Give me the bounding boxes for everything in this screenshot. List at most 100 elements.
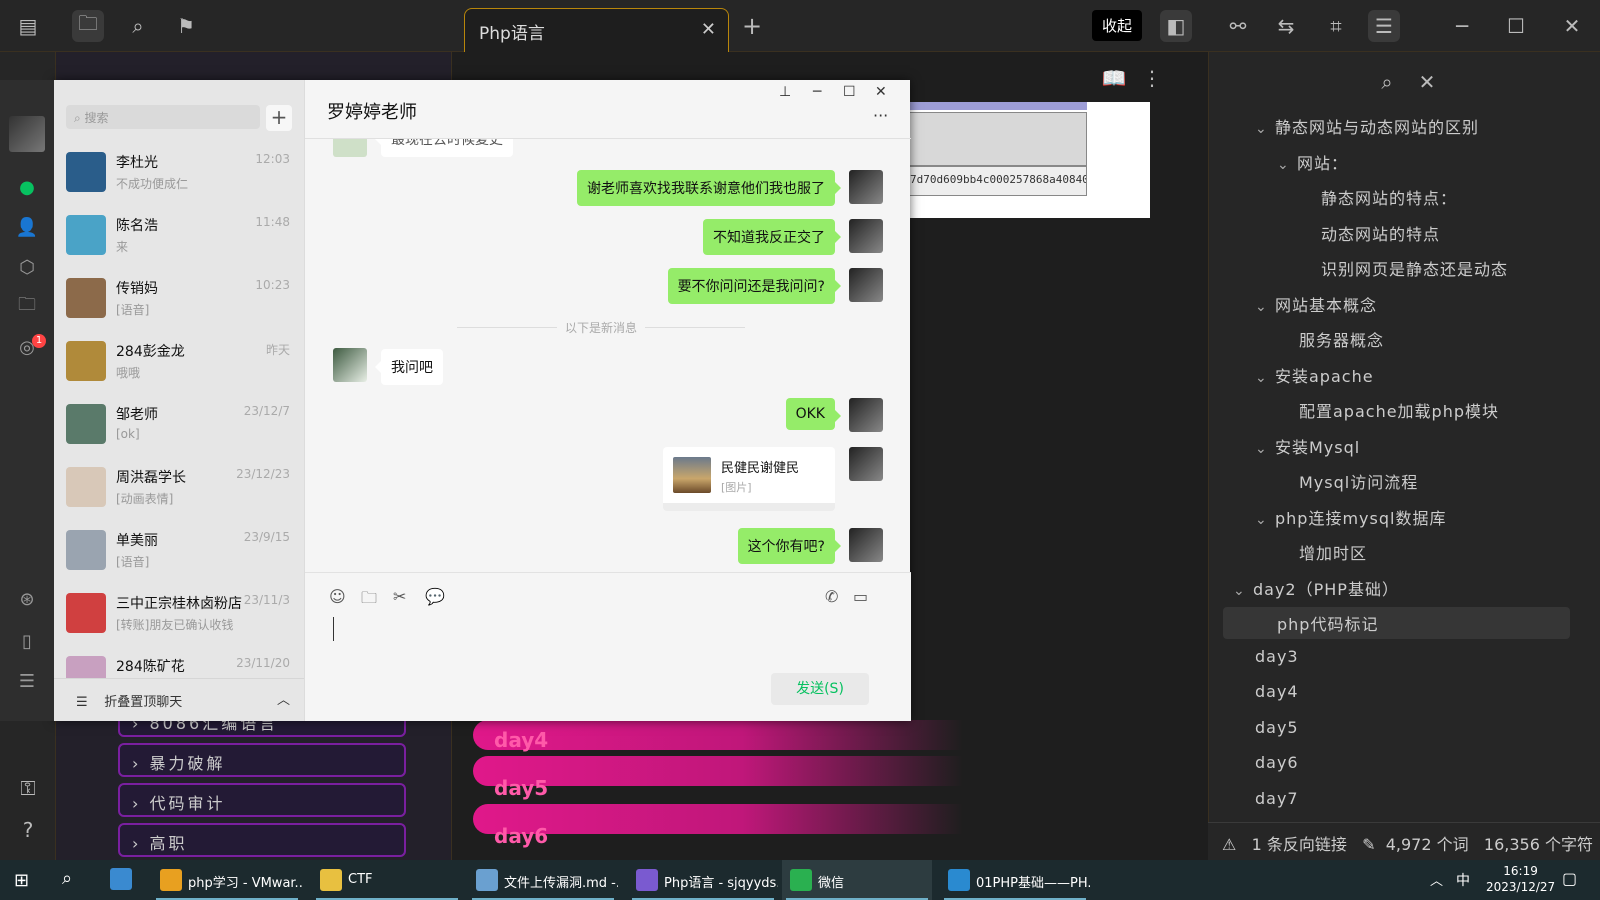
message-time: 昨天 bbox=[265, 343, 290, 357]
screenshot-icon[interactable]: ✂ bbox=[393, 587, 406, 606]
chevron-up-icon[interactable]: ︿ bbox=[1430, 870, 1443, 889]
folder-item[interactable]: › 暴力破解 bbox=[118, 743, 406, 777]
outline-icon[interactable]: ☰ bbox=[1368, 10, 1400, 42]
taskbar-search-icon[interactable]: ⌕ bbox=[62, 868, 72, 889]
outline-item[interactable]: 增加时区 bbox=[1299, 540, 1367, 564]
chevron-down-icon[interactable]: ⌄ bbox=[1233, 583, 1253, 599]
taskbar-app[interactable]: CTF bbox=[312, 860, 462, 900]
send-file-icon[interactable]: 🗀 bbox=[361, 587, 377, 614]
close-window-icon[interactable]: ✕ bbox=[1556, 10, 1588, 42]
ime-indicator[interactable]: 中 bbox=[1456, 870, 1470, 890]
reading-view-icon[interactable]: 📖 bbox=[1098, 62, 1130, 94]
outline-item[interactable]: day7 bbox=[1255, 789, 1299, 808]
sidebar-toggle-icon[interactable]: ▤ bbox=[12, 10, 44, 42]
send-button[interactable]: 发送(S) bbox=[771, 673, 869, 705]
chevron-down-icon[interactable]: ⌄ bbox=[1277, 157, 1297, 173]
notification-icon[interactable]: ▢ bbox=[1562, 869, 1577, 888]
chevron-down-icon[interactable]: ⌄ bbox=[1255, 512, 1275, 528]
avatar[interactable] bbox=[9, 116, 45, 152]
new-tab-icon[interactable]: + bbox=[742, 12, 762, 40]
vault-icon[interactable]: ⚿ bbox=[12, 772, 44, 804]
outline-item[interactable]: Mysql访问流程 bbox=[1299, 469, 1418, 493]
pin-icon[interactable]: ⊥ bbox=[779, 84, 791, 100]
folder-item[interactable]: › 高职 bbox=[118, 823, 406, 857]
wx-minimize-icon[interactable]: ─ bbox=[813, 84, 821, 100]
clock[interactable]: 16:19 2023/12/27 bbox=[1486, 863, 1555, 895]
chevron-down-icon[interactable]: ⌄ bbox=[1255, 370, 1275, 386]
files-icon[interactable]: 🗀 bbox=[14, 294, 40, 320]
chevron-down-icon[interactable]: ⌄ bbox=[1255, 121, 1275, 137]
backlinks-count[interactable]: 1 条反向链接 bbox=[1252, 835, 1347, 854]
outline-item[interactable]: 服务器概念 bbox=[1299, 327, 1384, 351]
folder-icon[interactable]: 🗀 bbox=[72, 10, 104, 42]
list-item[interactable]: 陈名浩来 11:48 bbox=[54, 205, 304, 269]
emoji-icon[interactable]: ☺ bbox=[329, 587, 346, 606]
chevron-down-icon[interactable]: ⌄ bbox=[1255, 299, 1275, 315]
outgoing-links-icon[interactable]: ⇆ bbox=[1270, 10, 1302, 42]
taskbar-app[interactable]: 文件上传漏洞.md -... bbox=[468, 860, 618, 900]
minimize-icon[interactable]: ─ bbox=[1446, 10, 1478, 42]
outline-item[interactable]: ⌄ 安装apache bbox=[1255, 363, 1374, 387]
list-item[interactable]: 传销妈 [语音] 10:23 bbox=[54, 268, 304, 332]
fold-pinned-chats[interactable]: ☰ 折叠置顶聊天 ︿ bbox=[54, 678, 304, 721]
bookmark-icon[interactable]: ⚑ bbox=[170, 10, 202, 42]
outline-item[interactable]: ⌄ day2（PHP基础） bbox=[1233, 576, 1399, 600]
wx-maximize-icon[interactable]: ☐ bbox=[843, 84, 856, 100]
video-call-icon[interactable]: ▭ bbox=[853, 587, 868, 606]
taskbar-app[interactable]: php学习 - VMwar... bbox=[152, 860, 302, 900]
taskbar-app[interactable]: 微信 bbox=[782, 860, 932, 900]
text-caret[interactable] bbox=[333, 617, 334, 641]
outline-item[interactable]: 动态网站的特点 bbox=[1321, 221, 1440, 245]
mini-program-icon[interactable]: ⊛ bbox=[14, 586, 40, 612]
outline-item[interactable]: php代码标记 bbox=[1277, 611, 1378, 635]
voice-call-icon[interactable]: ✆ bbox=[825, 587, 838, 606]
wx-close-icon[interactable]: ✕ bbox=[875, 84, 887, 100]
search-icon[interactable]: ⌕ bbox=[122, 10, 154, 42]
outline-item[interactable]: ⌄ 网站基本概念 bbox=[1255, 292, 1377, 316]
chevron-down-icon[interactable]: ⌄ bbox=[1255, 441, 1275, 457]
outline-item[interactable]: ⌄ 网站： bbox=[1277, 150, 1348, 174]
chat-icon[interactable]: ● bbox=[14, 174, 40, 200]
list-item[interactable]: 李杜光 不成功便成仁 12:03 bbox=[54, 142, 304, 206]
folder-item[interactable]: › 代码审计 bbox=[118, 783, 406, 817]
outline-item[interactable]: ⌄ php连接mysql数据库 bbox=[1255, 505, 1446, 529]
outline-search-icon[interactable]: ⌕ bbox=[1371, 66, 1403, 98]
taskbar-app[interactable]: Php语言 - sjqyyds... bbox=[628, 860, 778, 900]
outline-item[interactable]: 静态网站的特点： bbox=[1321, 185, 1457, 209]
outline-item[interactable]: 配置apache加载php模块 bbox=[1299, 398, 1499, 422]
tags-icon[interactable]: ⌗ bbox=[1320, 10, 1352, 42]
list-item[interactable]: 三中正宗桂林卤粉店 [转账]朋友已确认收钱 23/11/3 bbox=[54, 583, 304, 647]
outline-item[interactable]: day4 bbox=[1255, 682, 1299, 701]
contacts-icon[interactable]: 👤 bbox=[14, 214, 40, 240]
search-input[interactable]: ⌕ 搜索 bbox=[66, 105, 260, 129]
menu-icon[interactable]: ☰ bbox=[14, 668, 40, 694]
tab-php-language[interactable]: Php语言 ✕ bbox=[464, 8, 729, 52]
right-sidebar-toggle-icon[interactable]: ◧ bbox=[1160, 10, 1192, 42]
more-icon[interactable]: ··· bbox=[873, 106, 888, 125]
outline-item[interactable]: day5 bbox=[1255, 718, 1299, 737]
pinned-app-icon[interactable] bbox=[110, 868, 132, 890]
favorites-icon[interactable]: ⬡ bbox=[14, 254, 40, 280]
windows-start-icon[interactable]: ⊞ bbox=[14, 870, 29, 891]
outline-item[interactable]: ⌄ 静态网站与动态网站的区别 bbox=[1255, 114, 1479, 138]
add-chat-button[interactable]: + bbox=[266, 105, 292, 131]
outline-item[interactable]: ⌄ 安装Mysql bbox=[1255, 434, 1360, 458]
maximize-icon[interactable]: ☐ bbox=[1500, 10, 1532, 42]
image-card[interactable]: 民健民谢健民 [图片] bbox=[663, 447, 835, 511]
taskbar-app[interactable]: 01PHP基础——PH... bbox=[940, 860, 1090, 900]
outline-item[interactable]: day3 bbox=[1255, 647, 1299, 666]
collapse-all-icon[interactable]: ✕ bbox=[1411, 66, 1443, 98]
list-item[interactable]: 284彭金龙 哦哦 昨天 bbox=[54, 331, 304, 395]
help-icon[interactable]: ? bbox=[12, 814, 44, 846]
list-item[interactable]: 单美丽 [语音] 23/9/15 bbox=[54, 520, 304, 584]
list-item[interactable]: 邹老师 [ok] 23/12/7 bbox=[54, 394, 304, 458]
outline-item[interactable]: 识别网页是静态还是动态 bbox=[1321, 256, 1508, 280]
phone-icon[interactable]: ▯ bbox=[14, 628, 40, 654]
taskbar: ⊞ ⌕ php学习 - VMwar... CTF 文件上传漏洞.md -... Php… bbox=[0, 860, 1600, 900]
chat-history-icon[interactable]: 💬 bbox=[425, 587, 445, 606]
more-options-icon[interactable]: ⋮ bbox=[1136, 62, 1168, 94]
outline-item[interactable]: day6 bbox=[1255, 753, 1299, 772]
graph-icon[interactable]: ⚯ bbox=[1222, 10, 1254, 42]
list-item[interactable]: 周洪磊学长 [动画表情] 23/12/23 bbox=[54, 457, 304, 521]
close-tab-icon[interactable]: ✕ bbox=[701, 19, 716, 40]
